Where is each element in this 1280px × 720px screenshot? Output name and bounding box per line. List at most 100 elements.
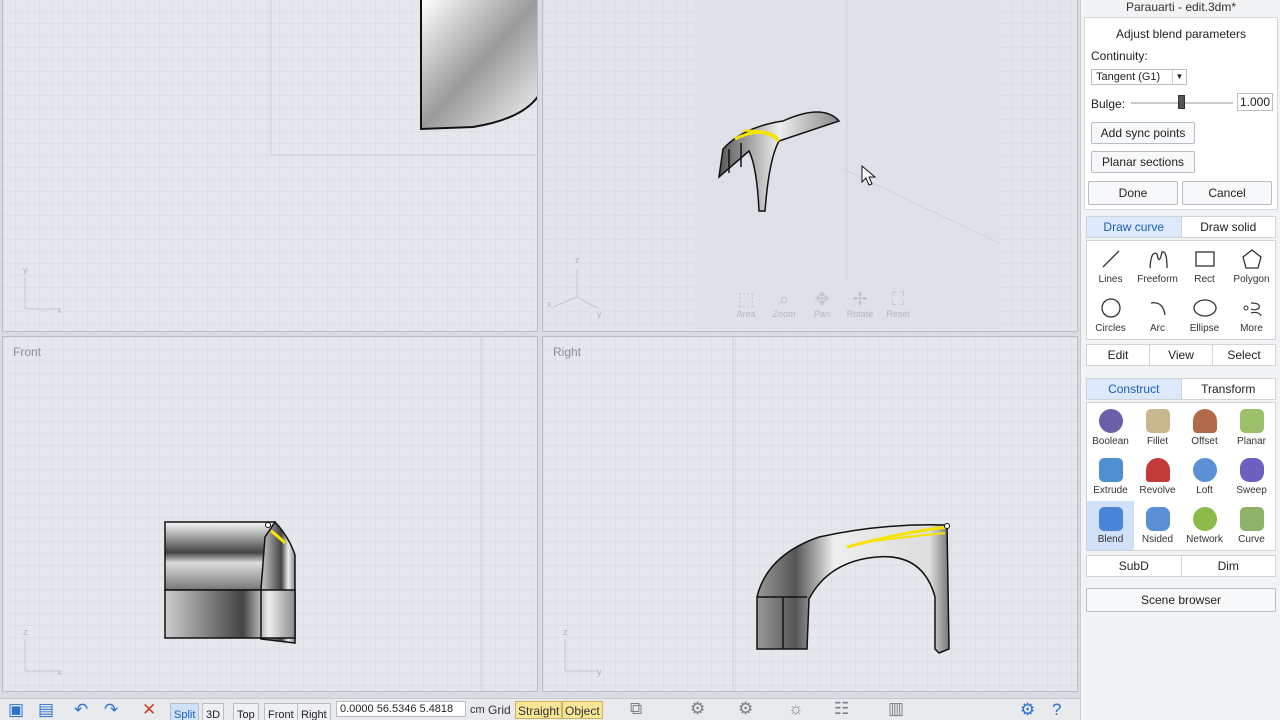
nsided-tool[interactable]: Nsided xyxy=(1134,501,1181,550)
lines-tool[interactable]: Lines xyxy=(1087,241,1134,290)
tool-label: Arc xyxy=(1150,323,1165,334)
polygon-icon xyxy=(1228,244,1275,274)
view-tab-split[interactable]: Split xyxy=(170,703,200,720)
rect-tool[interactable]: Rect xyxy=(1181,241,1228,290)
lightbulb-icon[interactable]: ☼ xyxy=(788,699,804,719)
blend-tool[interactable]: Blend xyxy=(1087,501,1134,550)
tab-view[interactable]: View xyxy=(1149,345,1212,365)
arc-icon xyxy=(1134,293,1181,323)
view-tab-right[interactable]: Right xyxy=(297,703,331,720)
tab-select[interactable]: Select xyxy=(1212,345,1275,365)
viewport-nav-tools: ⬚ Area ⌕ Zoom ✥ Pan ✢ Rotate ⛶ Reset xyxy=(731,289,913,319)
clipboard-icon[interactable]: ▥ xyxy=(888,699,904,719)
view-tab-top[interactable]: Top xyxy=(233,703,259,720)
bulge-label: Bulge: xyxy=(1091,97,1126,111)
viewport-top[interactable]: y x xyxy=(2,0,538,332)
extrude-tool[interactable]: Extrude xyxy=(1087,452,1134,501)
object-toggle[interactable]: Object xyxy=(562,701,603,719)
viewport-front[interactable]: Front z x xyxy=(2,336,538,692)
rotate-icon: ✢ xyxy=(852,289,868,309)
more-icon xyxy=(1228,293,1275,323)
tab-edit[interactable]: Edit xyxy=(1087,345,1149,365)
more-tool[interactable]: More xyxy=(1228,290,1275,339)
area-nav-button[interactable]: ⬚ Area xyxy=(731,289,761,319)
done-button[interactable]: Done xyxy=(1088,181,1178,205)
redo-icon[interactable]: ↷ xyxy=(104,700,118,720)
circles-tool[interactable]: Circles xyxy=(1087,290,1134,339)
sweep-tool[interactable]: Sweep xyxy=(1228,452,1275,501)
reset-nav-button[interactable]: ⛶ Reset xyxy=(883,289,913,319)
loft-tool[interactable]: Loft xyxy=(1181,452,1228,501)
tab-draw-solid[interactable]: Draw solid xyxy=(1180,217,1276,237)
curve-tool[interactable]: Curve xyxy=(1228,501,1275,550)
undo-icon[interactable]: ↶ xyxy=(74,700,88,720)
viewport-perspective[interactable]: z x y ⬚ Area ⌕ Zoom ✥ Pan ✢ Rotate ⛶ Reset xyxy=(542,0,1078,332)
freeform-tool[interactable]: Freeform xyxy=(1134,241,1181,290)
network-tool[interactable]: Network xyxy=(1181,501,1228,550)
tab-dim[interactable]: Dim xyxy=(1180,556,1276,576)
tab-subd[interactable]: SubD xyxy=(1087,556,1181,576)
offset-icon xyxy=(1192,409,1217,433)
freeform-icon xyxy=(1134,244,1181,274)
subd-dim-tabs: SubD Dim xyxy=(1086,555,1276,577)
bulge-slider-thumb[interactable] xyxy=(1178,95,1185,109)
nav-label: Area xyxy=(736,309,756,319)
circle-icon xyxy=(1087,293,1134,323)
tool-label: Planar xyxy=(1237,436,1266,447)
axis-gizmo xyxy=(552,269,600,310)
cancel-button[interactable]: Cancel xyxy=(1182,181,1272,205)
continuity-value: Tangent (G1) xyxy=(1096,71,1161,83)
continuity-select[interactable]: Tangent (G1) ▼ xyxy=(1091,69,1187,85)
scene-browser-button[interactable]: Scene browser xyxy=(1086,588,1276,612)
rotate-nav-button[interactable]: ✢ Rotate xyxy=(845,289,875,319)
boolean-tool[interactable]: Boolean xyxy=(1087,403,1134,452)
blend-heading: Adjust blend parameters xyxy=(1115,27,1247,41)
revolve-tool[interactable]: Revolve xyxy=(1134,452,1181,501)
nav-label: Rotate xyxy=(846,309,874,319)
coordinate-input[interactable]: 0.0000 56.5346 5.4818 xyxy=(336,701,466,717)
nav-label: Zoom xyxy=(772,309,796,319)
straight-toggle[interactable]: Straight xyxy=(515,701,563,719)
pan-icon: ✥ xyxy=(814,289,830,309)
line-icon xyxy=(1087,244,1134,274)
zoom-nav-button[interactable]: ⌕ Zoom xyxy=(769,289,799,319)
planar-tool[interactable]: Planar xyxy=(1228,403,1275,452)
viewport-right[interactable]: Right z y xyxy=(542,336,1078,692)
layers-icon[interactable]: ⧉ xyxy=(630,699,642,719)
fillet-tool[interactable]: Fillet xyxy=(1134,403,1181,452)
delete-icon[interactable]: ✕ xyxy=(142,700,156,720)
extrude-icon xyxy=(1098,458,1123,482)
tool-label: Offset xyxy=(1191,436,1218,447)
view-tab-front[interactable]: Front xyxy=(264,703,298,720)
gear-icon[interactable]: ⚙ xyxy=(1020,700,1035,720)
new-file-icon[interactable]: ▣ xyxy=(8,700,24,720)
polygon-tool[interactable]: Polygon xyxy=(1228,241,1275,290)
draw-tabs: Draw curve Draw solid xyxy=(1086,216,1276,238)
arc-tool[interactable]: Arc xyxy=(1134,290,1181,339)
tab-transform[interactable]: Transform xyxy=(1180,379,1276,399)
offset-tool[interactable]: Offset xyxy=(1181,403,1228,452)
ellipse-tool[interactable]: Ellipse xyxy=(1181,290,1228,339)
reset-icon: ⛶ xyxy=(891,289,905,309)
model-right-view xyxy=(732,337,950,691)
planar-sections-button[interactable]: Planar sections xyxy=(1091,151,1195,173)
hierarchy-icon[interactable]: ☷ xyxy=(834,699,849,719)
tab-draw-curve[interactable]: Draw curve xyxy=(1087,217,1181,237)
network-icon xyxy=(1192,507,1217,531)
tab-construct[interactable]: Construct xyxy=(1087,379,1181,399)
tool-label: Nsided xyxy=(1141,534,1174,545)
ellipse-icon xyxy=(1181,293,1228,323)
bulge-input[interactable]: 1.000 xyxy=(1237,93,1273,111)
render-settings-icon[interactable]: ⚙ xyxy=(738,699,753,719)
view-tab-3d[interactable]: 3D xyxy=(202,703,225,720)
tool-label: More xyxy=(1240,323,1263,334)
revolve-icon xyxy=(1145,458,1170,482)
save-icon[interactable]: ▤ xyxy=(38,700,54,720)
add-sync-points-button[interactable]: Add sync points xyxy=(1091,122,1195,144)
settings-gear-icon[interactable]: ⚙ xyxy=(690,699,705,719)
sweep-icon xyxy=(1239,458,1264,482)
grid-toggle[interactable]: Grid xyxy=(488,701,511,719)
help-icon[interactable]: ? xyxy=(1052,700,1061,720)
pan-nav-button[interactable]: ✥ Pan xyxy=(807,289,837,319)
model-perspective-view xyxy=(695,0,1000,329)
